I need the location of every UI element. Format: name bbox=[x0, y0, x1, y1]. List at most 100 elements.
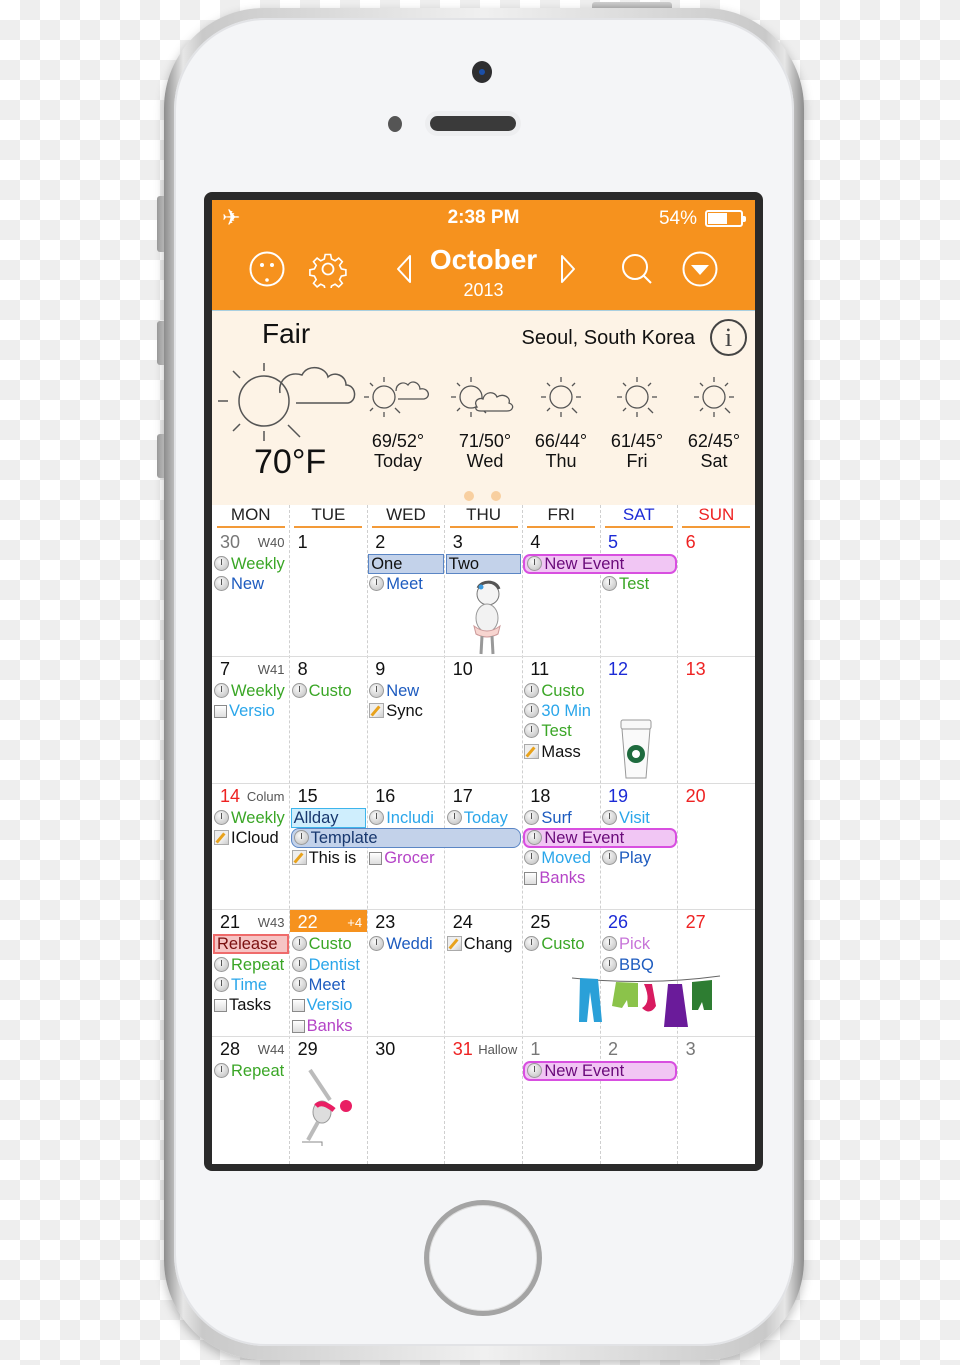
chevron-right-icon[interactable] bbox=[548, 250, 586, 288]
event-title: Custo bbox=[308, 681, 352, 700]
multi-day-event-bar[interactable]: New Event bbox=[523, 1061, 677, 1082]
weekday-label: SUN bbox=[682, 505, 751, 528]
event-title: Weekly bbox=[231, 681, 285, 700]
event-item[interactable]: New bbox=[369, 681, 419, 701]
multi-day-event-bar[interactable]: New Event bbox=[523, 827, 677, 848]
day-number: 22 bbox=[297, 912, 318, 933]
day-cell[interactable]: 22 +4 Custo Dentist Meet Versio Banks bbox=[289, 910, 368, 1036]
event-item[interactable]: Banks bbox=[291, 1016, 352, 1036]
info-icon[interactable]: i bbox=[710, 319, 747, 356]
event-item[interactable]: Pick bbox=[602, 934, 650, 954]
day-cell[interactable]: 13 bbox=[678, 657, 755, 783]
checkbox-icon[interactable] bbox=[524, 872, 538, 886]
event-item[interactable]: Test bbox=[602, 574, 649, 594]
checkbox-icon[interactable] bbox=[291, 999, 305, 1013]
event-title: Visit bbox=[619, 808, 650, 827]
event-item[interactable]: Time bbox=[214, 975, 267, 995]
multi-day-event-bar[interactable]: Two bbox=[445, 554, 522, 574]
event-item[interactable]: Sync bbox=[369, 701, 423, 721]
forecast-day: 66/44° Thu bbox=[523, 373, 599, 471]
page-dot-2[interactable] bbox=[491, 491, 501, 501]
multi-day-event-bar[interactable]: Release bbox=[213, 934, 289, 955]
dropdown-circle-icon[interactable] bbox=[681, 250, 719, 288]
event-item[interactable]: Moved bbox=[524, 848, 591, 868]
day-cell[interactable]: 4 bbox=[522, 530, 600, 656]
checkbox-icon[interactable] bbox=[214, 999, 227, 1013]
event-item[interactable]: This is bbox=[291, 848, 356, 868]
multi-day-event-bar[interactable]: One bbox=[368, 554, 444, 574]
day-cell[interactable]: 2 Meet bbox=[367, 530, 445, 656]
event-item[interactable]: ICloud bbox=[214, 828, 279, 848]
checkbox-icon[interactable] bbox=[369, 852, 383, 866]
event-title: Pick bbox=[619, 935, 651, 954]
day-cell[interactable]: 8 Custo bbox=[290, 657, 368, 783]
day-cell[interactable]: 3 bbox=[678, 1037, 755, 1163]
event-item[interactable]: Meet bbox=[291, 975, 346, 995]
day-cell[interactable]: 9 New Sync bbox=[367, 657, 445, 783]
day-cell[interactable]: 30 W40 Weekly New bbox=[212, 530, 290, 656]
event-item[interactable]: Weddi bbox=[369, 934, 433, 954]
day-cell[interactable]: 7 W41 Weekly Versio bbox=[212, 657, 290, 783]
day-cell[interactable]: 31 Hallow bbox=[445, 1037, 523, 1163]
coffee-cup-sticker bbox=[618, 718, 654, 785]
multi-day-event-bar[interactable]: Allday bbox=[290, 807, 367, 828]
home-button[interactable] bbox=[424, 1200, 542, 1316]
event-title: Template bbox=[310, 828, 378, 847]
day-cell[interactable]: 6 bbox=[678, 530, 755, 656]
event-item[interactable]: Today bbox=[446, 808, 508, 828]
event-item[interactable]: Tasks bbox=[214, 995, 271, 1015]
event-item[interactable]: Grocer bbox=[369, 848, 435, 868]
event-item[interactable]: Custo bbox=[291, 681, 352, 701]
day-cell[interactable]: 20 bbox=[678, 784, 755, 910]
event-item[interactable]: Visit bbox=[602, 808, 650, 828]
event-item[interactable]: Banks bbox=[524, 868, 585, 888]
event-item[interactable]: Custo bbox=[524, 934, 585, 954]
day-cell[interactable]: 30 bbox=[367, 1037, 445, 1163]
event-item[interactable]: Dentist bbox=[291, 955, 360, 975]
event-item[interactable]: Repeat bbox=[214, 1061, 284, 1081]
day-cell[interactable]: 14 Colum Weekly ICloud bbox=[212, 784, 290, 910]
day-number: 21 bbox=[220, 912, 241, 933]
event-item[interactable]: Includi bbox=[369, 808, 434, 828]
day-cell[interactable]: 5 Test bbox=[600, 530, 678, 656]
day-cell[interactable]: 1 bbox=[290, 530, 368, 656]
day-cell[interactable]: 1 bbox=[522, 1037, 600, 1163]
event-item[interactable]: Meet bbox=[369, 574, 423, 594]
event-item[interactable]: Versio bbox=[214, 701, 275, 721]
day-cell[interactable]: 11 Custo 30 Min Test Mass bbox=[522, 657, 600, 783]
event-item[interactable]: Custo bbox=[524, 681, 585, 701]
page-dot-1[interactable] bbox=[464, 491, 474, 501]
multi-day-event-bar[interactable]: Template bbox=[290, 827, 522, 848]
day-number: 19 bbox=[608, 785, 629, 806]
event-item[interactable]: Surf bbox=[524, 808, 572, 828]
day-cell[interactable]: 23 Weddi bbox=[367, 910, 445, 1036]
holiday-label: Hallow bbox=[478, 1042, 518, 1058]
multi-day-event-bar[interactable]: New Event bbox=[523, 554, 677, 574]
day-cell[interactable]: 28 W44 Repeat bbox=[212, 1037, 290, 1163]
event-title: Meet bbox=[386, 575, 423, 594]
day-cell[interactable]: 21 W43 Repeat Time Tasks bbox=[212, 910, 290, 1036]
forecast-hilo: 71/50° bbox=[458, 431, 512, 451]
event-item[interactable]: Chang bbox=[446, 934, 512, 954]
event-item[interactable]: Weekly bbox=[214, 554, 285, 574]
event-item[interactable]: Weekly bbox=[214, 681, 285, 701]
day-cell[interactable]: 2 bbox=[600, 1037, 678, 1163]
event-item[interactable]: Test bbox=[524, 721, 572, 741]
event-item[interactable]: Versio bbox=[291, 995, 352, 1015]
event-item[interactable]: Repeat bbox=[214, 955, 284, 975]
event-item[interactable]: Custo bbox=[291, 934, 352, 954]
weather-panel[interactable]: Fair Seoul, South Korea i 70°F 69/52° To… bbox=[212, 310, 755, 505]
checkbox-icon[interactable] bbox=[291, 1019, 305, 1033]
event-item[interactable]: Mass bbox=[524, 742, 581, 762]
event-item[interactable]: Weekly bbox=[214, 808, 285, 828]
event-title: Meet bbox=[308, 975, 346, 994]
event-item[interactable]: New bbox=[214, 574, 264, 594]
day-cell[interactable]: 10 bbox=[445, 657, 523, 783]
search-icon[interactable] bbox=[618, 250, 656, 288]
checkbox-icon[interactable] bbox=[214, 705, 227, 719]
weekday-label: FRI bbox=[527, 505, 596, 528]
event-item[interactable]: Play bbox=[602, 848, 651, 868]
day-cell[interactable]: 24 Chang bbox=[445, 910, 523, 1036]
event-title: Versio bbox=[229, 702, 275, 721]
event-item[interactable]: 30 Min bbox=[524, 701, 591, 721]
